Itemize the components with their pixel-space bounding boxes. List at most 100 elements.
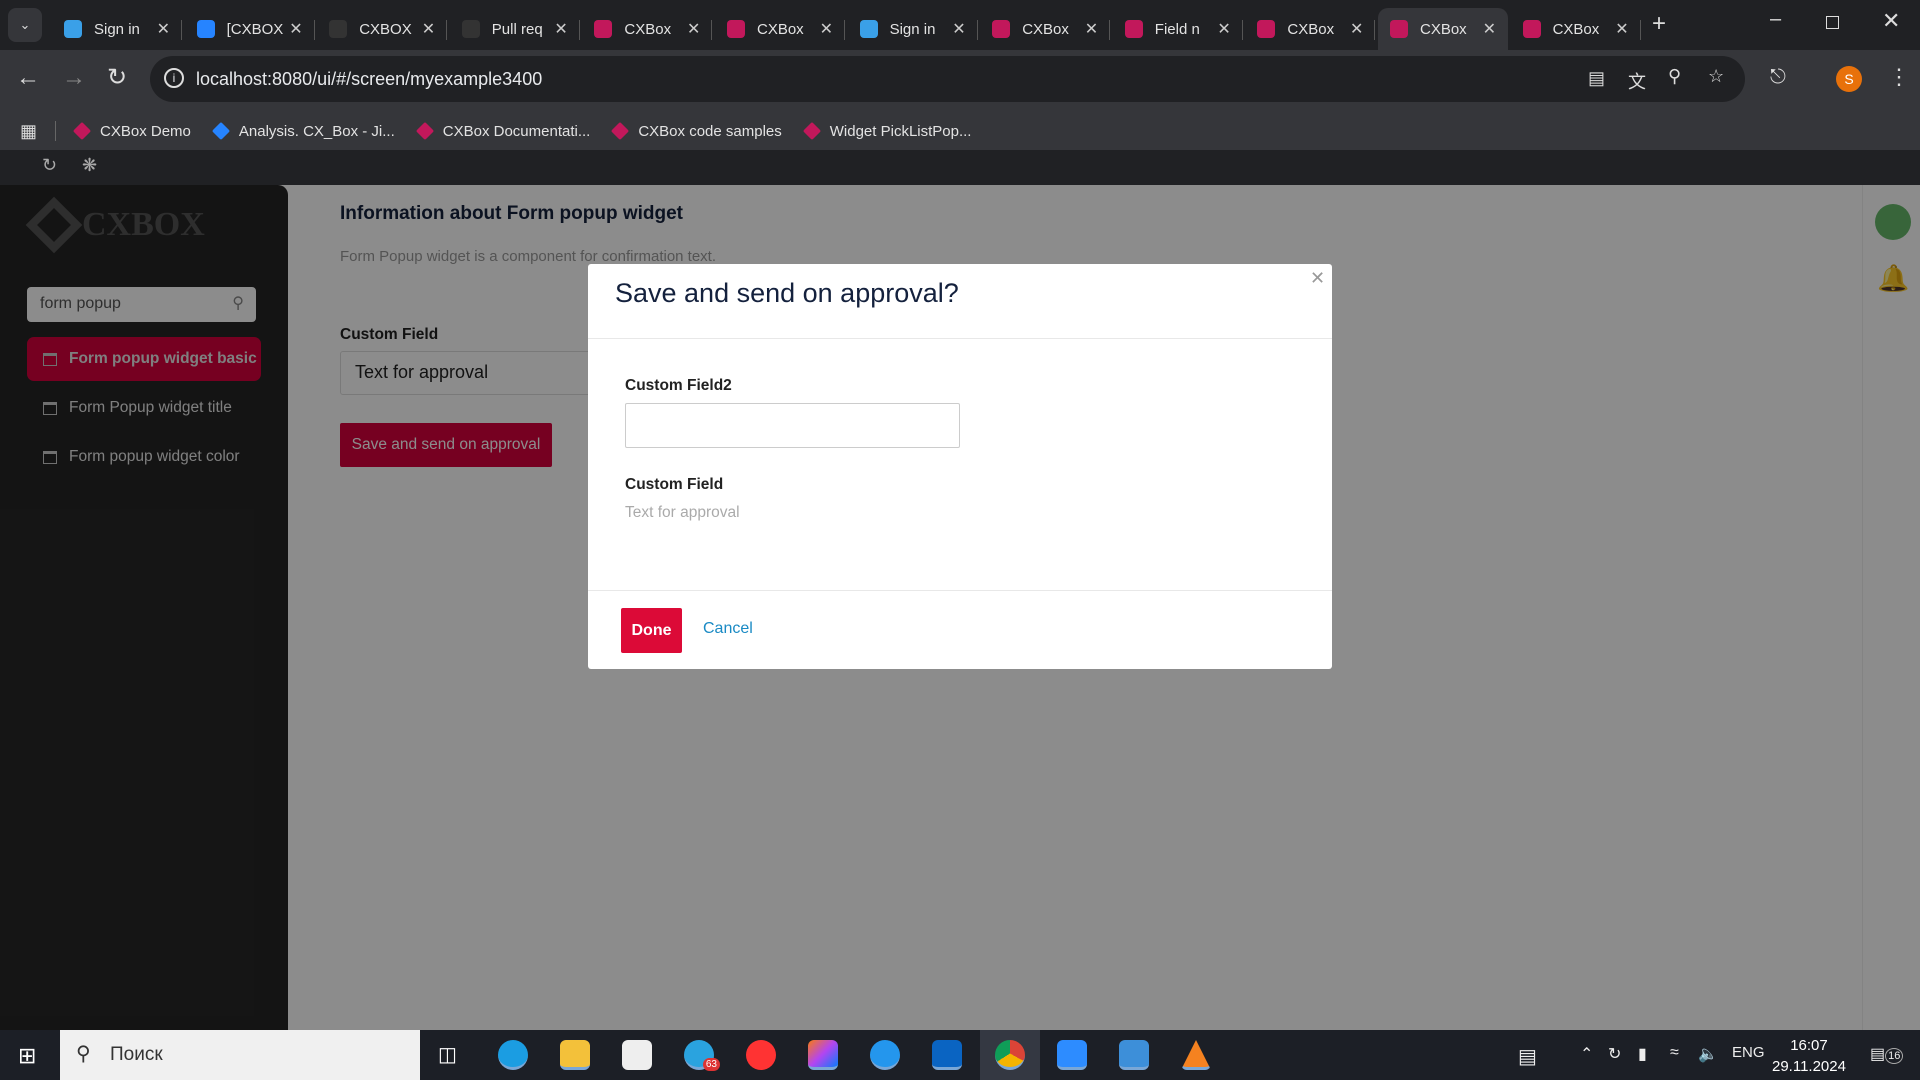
custom-field2-label: Custom Field2 <box>625 377 732 394</box>
reload-icon[interactable]: ↻ <box>107 63 127 92</box>
chrome-icon[interactable] <box>995 1040 1025 1070</box>
sync-icon[interactable]: ↻ <box>1608 1044 1621 1064</box>
zoom-icon[interactable]: ⚲ <box>1668 66 1681 87</box>
tab-label: CXBox <box>1022 20 1069 38</box>
favicon-icon <box>196 20 215 38</box>
forward-icon[interactable]: → <box>62 64 86 92</box>
custom-field2-input[interactable] <box>625 403 960 448</box>
bookmark[interactable]: CXBox Demo <box>72 121 191 141</box>
favicon-icon <box>594 20 613 38</box>
bookmark[interactable]: CXBox code samples <box>611 121 782 141</box>
tab[interactable]: CXBox ✕ <box>582 8 713 50</box>
vlc-icon[interactable] <box>1181 1040 1211 1070</box>
language-indicator[interactable]: ENG <box>1732 1044 1765 1061</box>
apps-icon[interactable]: ▦ <box>20 121 37 142</box>
bookmark[interactable]: CXBox Documentati... <box>415 121 590 141</box>
done-button[interactable]: Done <box>621 608 682 653</box>
bookmark[interactable]: Analysis. CX_Box - Ji... <box>211 121 395 141</box>
close-tab-icon[interactable]: ✕ <box>157 19 170 39</box>
wifi-icon[interactable]: ≈ <box>1670 1044 1679 1062</box>
cancel-button[interactable]: Cancel <box>703 620 753 638</box>
docker-icon[interactable] <box>870 1040 900 1070</box>
translate-icon[interactable]: 文 <box>1628 68 1646 94</box>
tab[interactable]: CXBox ✕ <box>1511 8 1641 50</box>
favicon-icon <box>1257 20 1276 38</box>
tab[interactable]: CXBox ✕ <box>715 8 845 50</box>
tab[interactable]: CXBox ✕ <box>980 8 1111 50</box>
chevron-up-icon[interactable]: ⌃ <box>1580 1044 1593 1064</box>
bookmark-icon <box>415 121 434 141</box>
favicon-icon <box>727 20 745 38</box>
start-icon[interactable]: ⊞ <box>18 1043 36 1069</box>
bug-icon[interactable]: ❋ <box>82 155 97 176</box>
tab[interactable]: CXBox ✕ <box>1245 8 1376 50</box>
bookmark[interactable]: Widget PickListPop... <box>802 121 971 141</box>
notification-count: 16 <box>1885 1048 1904 1064</box>
favicon-icon <box>1124 20 1143 38</box>
notifications-icon[interactable]: ▤ 16 <box>1870 1044 1904 1064</box>
install-icon[interactable]: ▤ <box>1588 68 1605 89</box>
back-icon[interactable]: ← <box>16 64 40 92</box>
photos-icon[interactable] <box>1119 1040 1149 1070</box>
telegram-icon[interactable]: 63 <box>684 1040 720 1071</box>
news-icon[interactable]: ▤ <box>1518 1044 1537 1069</box>
bookmark-star-icon[interactable]: ☆ <box>1708 66 1724 87</box>
taskbar-search[interactable]: ⚲ Поиск <box>60 1030 420 1080</box>
favicon-icon <box>1390 20 1408 38</box>
close-tab-icon[interactable]: ✕ <box>952 19 965 39</box>
zoom-app-icon[interactable] <box>1057 1040 1087 1070</box>
new-tab-button[interactable]: + <box>1652 10 1666 38</box>
restore-button[interactable] <box>1826 16 1839 29</box>
custom-field-label: Custom Field <box>625 476 724 493</box>
close-tab-icon[interactable]: ✕ <box>820 19 833 39</box>
modal-title: Save and send on approval? <box>615 278 959 308</box>
edge-icon[interactable] <box>498 1040 528 1070</box>
tab-label: Pull req <box>491 20 543 38</box>
tab-label: [CXBOX <box>226 20 284 38</box>
battery-icon[interactable]: ▮ <box>1638 1044 1647 1064</box>
tab[interactable]: Pull req ✕ <box>450 8 580 50</box>
close-tab-icon[interactable]: ✕ <box>422 19 435 39</box>
close-icon[interactable]: ✕ <box>1310 268 1325 289</box>
minimize-button[interactable]: – <box>1770 8 1781 31</box>
close-tab-icon[interactable]: ✕ <box>1085 19 1098 39</box>
store-icon[interactable] <box>622 1040 652 1070</box>
tab[interactable]: Sign in ✕ <box>52 8 182 50</box>
close-window-button[interactable]: ✕ <box>1882 8 1900 34</box>
close-tab-icon[interactable]: ✕ <box>554 19 567 39</box>
bookmark-icon <box>802 121 821 141</box>
close-tab-icon[interactable]: ✕ <box>687 19 700 39</box>
outlook-icon[interactable] <box>932 1040 962 1070</box>
tab-search-button[interactable]: ⌄ <box>8 8 42 42</box>
tab[interactable]: [CXBOX ✕ <box>185 8 315 50</box>
divider <box>588 338 1332 339</box>
refresh-icon[interactable]: ↻ <box>42 155 57 176</box>
tab[interactable]: Sign in ✕ <box>848 8 978 50</box>
close-tab-icon[interactable]: ✕ <box>1217 19 1230 39</box>
url-bar[interactable]: i localhost:8080/ui/#/screen/myexample34… <box>150 56 1745 102</box>
menu-icon[interactable]: ⋮ <box>1888 64 1910 90</box>
explorer-icon[interactable] <box>560 1040 590 1070</box>
close-tab-icon[interactable]: ✕ <box>1483 19 1496 39</box>
close-tab-icon[interactable]: ✕ <box>289 19 302 39</box>
clock[interactable]: 16:07 29.11.2024 <box>1772 1035 1846 1077</box>
bookmark-icon <box>611 121 630 141</box>
tab-label: Sign in <box>889 20 936 38</box>
bookmark-icon <box>72 121 92 141</box>
tab[interactable]: CXBOX ✕ <box>317 8 448 50</box>
tab-label: CXBox <box>757 20 804 38</box>
dev-toolbar: ↻ ❋ <box>0 150 1920 185</box>
profile-avatar[interactable]: S <box>1836 66 1862 92</box>
tab[interactable]: Field n ✕ <box>1113 8 1243 50</box>
task-view-icon[interactable]: ◫ <box>438 1042 457 1067</box>
tab[interactable]: CXBox ✕ <box>1378 8 1508 50</box>
volume-icon[interactable]: 🔈 <box>1698 1044 1718 1064</box>
info-icon[interactable]: i <box>164 68 184 88</box>
intellij-icon[interactable] <box>808 1040 838 1070</box>
tab-label: CXBox <box>1420 20 1467 38</box>
extensions-icon[interactable]: ⎋ <box>1770 66 1786 89</box>
form-popup: Save and send on approval? ✕ Custom Fiel… <box>588 264 1332 669</box>
close-tab-icon[interactable]: ✕ <box>1350 19 1363 39</box>
yandex-icon[interactable] <box>746 1040 776 1070</box>
close-tab-icon[interactable]: ✕ <box>1615 19 1628 39</box>
